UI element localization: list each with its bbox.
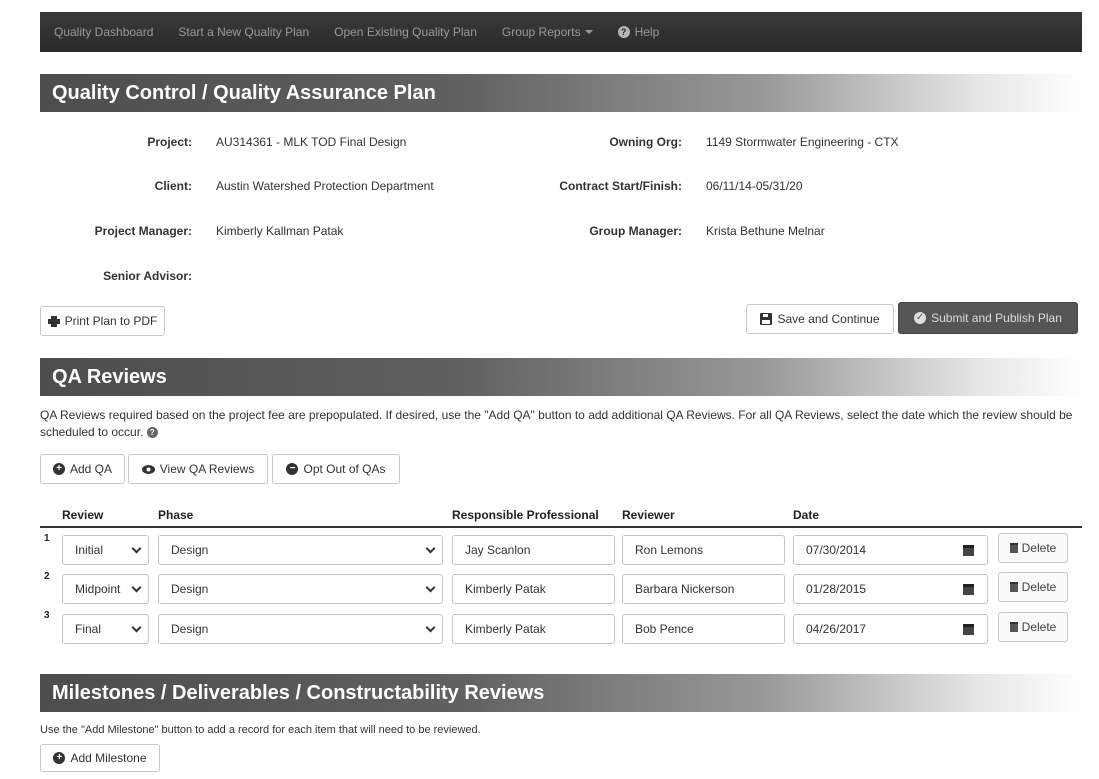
phase-select[interactable]: Design bbox=[158, 574, 443, 604]
submit-publish-label: Submit and Publish Plan bbox=[931, 311, 1062, 325]
group-manager-label: Group Manager: bbox=[589, 224, 682, 238]
add-milestone-label: Add Milestone bbox=[70, 751, 147, 765]
nav-open-existing-plan[interactable]: Open Existing Quality Plan bbox=[334, 25, 477, 39]
plan-section-header: Quality Control / Quality Assurance Plan bbox=[40, 74, 1082, 112]
caret-down-icon bbox=[584, 30, 593, 34]
qa-description: QA Reviews required based on the project… bbox=[40, 407, 1080, 441]
nav-quality-dashboard[interactable]: Quality Dashboard bbox=[54, 25, 153, 39]
check-circle-icon: ✓ bbox=[914, 312, 927, 324]
top-navbar: Quality Dashboard Start a New Quality Pl… bbox=[40, 12, 1082, 52]
responsible-input[interactable]: Jay Scanlon bbox=[452, 535, 615, 565]
project-label: Project: bbox=[147, 135, 192, 149]
chevron-down-icon bbox=[131, 582, 142, 592]
column-header-reviewer: Reviewer bbox=[622, 508, 675, 522]
reviewer-input[interactable]: Barbara Nickerson bbox=[622, 574, 785, 604]
reviewer-input[interactable]: Ron Lemons bbox=[622, 535, 785, 565]
column-header-phase: Phase bbox=[158, 508, 194, 522]
column-header-review: Review bbox=[62, 508, 104, 522]
circle-icon: − bbox=[286, 463, 299, 475]
view-qa-reviews-label: View QA Reviews bbox=[159, 462, 255, 476]
delete-button[interactable]: Delete bbox=[998, 612, 1068, 642]
review-select-value: Final bbox=[75, 622, 102, 636]
nav-help-label: Help bbox=[634, 25, 660, 39]
row-number: 2 bbox=[44, 571, 50, 582]
submit-publish-button[interactable]: ✓ Submit and Publish Plan bbox=[898, 302, 1078, 334]
trash-icon bbox=[1009, 543, 1018, 553]
print-pdf-button[interactable]: Print Plan to PDF bbox=[40, 306, 165, 336]
chevron-down-icon bbox=[425, 543, 436, 553]
chevron-down-icon bbox=[131, 622, 142, 632]
trash-icon bbox=[1009, 622, 1018, 632]
nav-help[interactable]: ? Help bbox=[617, 25, 660, 39]
client-value: Austin Watershed Protection Department bbox=[216, 179, 434, 193]
review-select-value: Midpoint bbox=[75, 582, 121, 596]
floppy-disk-icon bbox=[760, 313, 773, 325]
row-number: 3 bbox=[44, 610, 50, 621]
milestones-description: Use the "Add Milestone" button to add a … bbox=[40, 724, 481, 736]
milestones-header: Milestones / Deliverables / Constructabi… bbox=[40, 674, 1082, 712]
nav-group-reports-label: Group Reports bbox=[501, 25, 581, 39]
reviewer-input[interactable]: Bob Pence bbox=[622, 614, 785, 644]
eye-icon bbox=[141, 464, 155, 474]
add-milestone-button[interactable]: + Add Milestone bbox=[40, 744, 160, 772]
trash-icon bbox=[1009, 582, 1018, 592]
review-select[interactable]: Midpoint bbox=[62, 574, 149, 604]
calendar-button[interactable] bbox=[950, 535, 986, 565]
calendar-button[interactable] bbox=[950, 574, 986, 604]
opt-out-qas-label: Opt Out of QAs bbox=[303, 462, 386, 476]
phase-select-value: Design bbox=[171, 622, 209, 636]
senior-advisor-label: Senior Advisor: bbox=[103, 269, 192, 283]
question-circle-icon: ? bbox=[617, 26, 630, 38]
delete-label: Delete bbox=[1021, 620, 1057, 634]
save-continue-label: Save and Continue bbox=[777, 312, 880, 326]
calendar-icon bbox=[962, 623, 974, 635]
view-qa-reviews-button[interactable]: View QA Reviews bbox=[128, 454, 268, 484]
group-manager-value: Krista Bethune Melnar bbox=[706, 224, 825, 238]
phase-select-value: Design bbox=[171, 582, 209, 596]
chevron-down-icon bbox=[131, 543, 142, 553]
project-manager-label: Project Manager: bbox=[94, 224, 192, 238]
opt-out-qas-button[interactable]: − Opt Out of QAs bbox=[272, 454, 400, 484]
review-select-value: Initial bbox=[75, 543, 104, 557]
calendar-icon bbox=[962, 583, 974, 595]
review-select[interactable]: Initial bbox=[62, 535, 149, 565]
add-qa-label: Add QA bbox=[69, 462, 113, 476]
owning-org-value: 1149 Stormwater Engineering - CTX bbox=[706, 135, 899, 149]
client-label: Client: bbox=[154, 179, 192, 193]
calendar-icon bbox=[962, 544, 974, 556]
phase-select[interactable]: Design bbox=[158, 535, 443, 565]
printer-icon bbox=[47, 315, 60, 327]
question-circle-icon[interactable]: ? bbox=[146, 427, 158, 439]
nav-group-reports[interactable]: Group Reports bbox=[502, 25, 593, 39]
project-manager-value: Kimberly Kallman Patak bbox=[216, 224, 344, 238]
responsible-input[interactable]: Kimberly Patak bbox=[452, 574, 615, 604]
review-select[interactable]: Final bbox=[62, 614, 149, 644]
column-header-responsible: Responsible Professional bbox=[452, 508, 599, 522]
phase-select[interactable]: Design bbox=[158, 614, 443, 644]
chevron-down-icon bbox=[425, 622, 436, 632]
row-number: 1 bbox=[44, 533, 50, 544]
delete-button[interactable]: Delete bbox=[998, 572, 1068, 602]
table-header-divider bbox=[40, 526, 1082, 528]
responsible-input[interactable]: Kimberly Patak bbox=[452, 614, 615, 644]
add-qa-button[interactable]: + Add QA bbox=[40, 454, 125, 484]
delete-label: Delete bbox=[1021, 580, 1057, 594]
delete-button[interactable]: Delete bbox=[998, 533, 1068, 563]
phase-select-value: Design bbox=[171, 543, 209, 557]
column-header-date: Date bbox=[793, 508, 820, 522]
plus-circle-icon: + bbox=[53, 752, 66, 764]
contract-dates-label: Contract Start/Finish: bbox=[559, 179, 682, 193]
delete-label: Delete bbox=[1021, 541, 1057, 555]
owning-org-label: Owning Org: bbox=[609, 135, 682, 149]
contract-dates-value: 06/11/14-05/31/20 bbox=[706, 179, 803, 193]
chevron-down-icon bbox=[425, 582, 436, 592]
save-continue-button[interactable]: Save and Continue bbox=[746, 304, 894, 334]
project-value: AU314361 - MLK TOD Final Design bbox=[216, 135, 407, 149]
nav-start-new-plan[interactable]: Start a New Quality Plan bbox=[178, 25, 309, 39]
print-pdf-label: Print Plan to PDF bbox=[64, 314, 158, 328]
qa-reviews-header: QA Reviews bbox=[40, 358, 1082, 396]
plus-circle-icon: + bbox=[52, 463, 65, 475]
calendar-button[interactable] bbox=[950, 614, 986, 644]
qa-description-text: QA Reviews required based on the project… bbox=[40, 408, 1073, 439]
